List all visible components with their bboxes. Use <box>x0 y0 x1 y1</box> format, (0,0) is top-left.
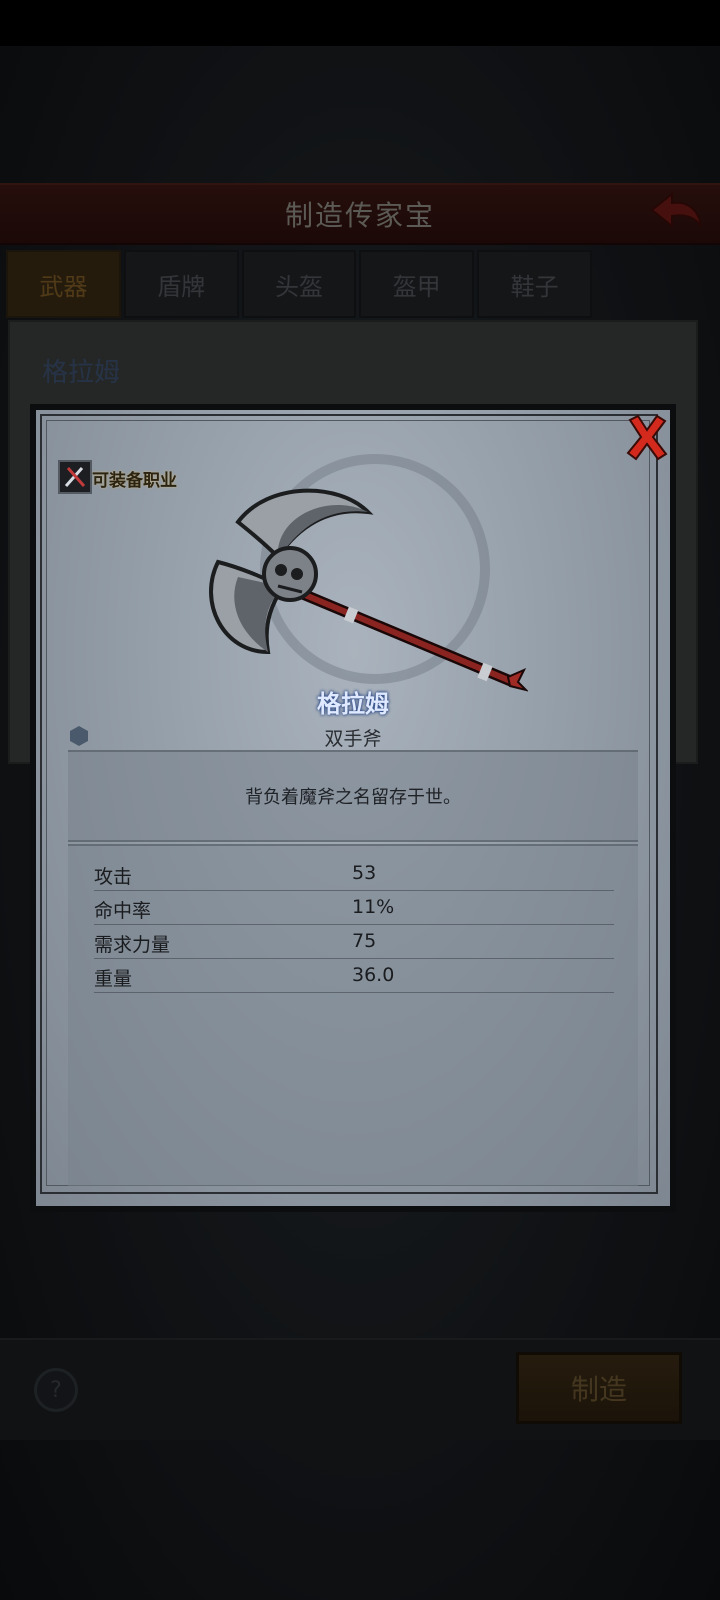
crossed-weapons-icon <box>58 460 92 494</box>
stat-row: 命中率 11% <box>94 890 614 925</box>
stat-value: 36.0 <box>352 964 395 986</box>
stats-box: 攻击 53 命中率 11% 需求力量 75 重量 36.0 <box>68 844 638 1186</box>
stat-value: 11% <box>352 896 395 918</box>
stat-row: 攻击 53 <box>94 856 614 891</box>
axe-image <box>178 482 530 702</box>
stat-name: 需求力量 <box>94 934 171 956</box>
item-name: 格拉姆 <box>317 690 389 718</box>
item-description: 背负着魔斧之名留存于世。 <box>245 787 461 808</box>
stat-name: 重量 <box>94 968 133 990</box>
stat-name: 攻击 <box>94 866 133 888</box>
stat-value: 53 <box>352 862 377 884</box>
stat-value: 75 <box>352 930 377 952</box>
item-type: 双手斧 <box>324 728 382 750</box>
stat-row: 需求力量 75 <box>94 924 614 959</box>
item-detail-modal: 可装备职业 格拉姆 双手斧 背负着魔斧之名留存于世。 攻击 53 命中率 11%… <box>30 404 676 1212</box>
close-x-icon[interactable] <box>622 410 672 464</box>
stat-name: 命中率 <box>94 900 152 922</box>
stat-row: 重量 36.0 <box>94 958 614 993</box>
equippable-class-label: 可装备职业 <box>92 471 177 491</box>
description-box: 背负着魔斧之名留存于世。 <box>68 750 638 842</box>
